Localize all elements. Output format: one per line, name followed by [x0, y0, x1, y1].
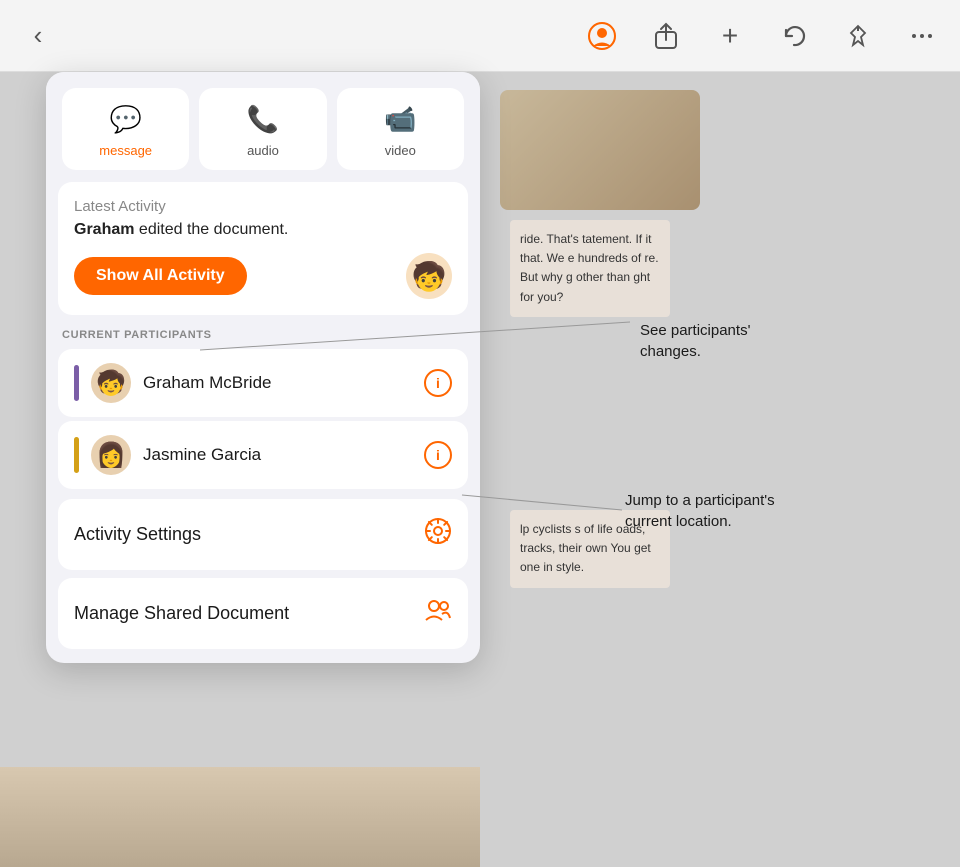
video-icon: 📹 [384, 104, 416, 135]
activity-title: Latest Activity [74, 198, 452, 215]
jasmine-info-button[interactable]: i [424, 441, 452, 469]
activity-row: Show All Activity 🧒 [74, 253, 452, 299]
callout-participants-changes: See participants' changes. [640, 320, 750, 362]
activity-section: Latest Activity Graham edited the docume… [58, 182, 468, 315]
pin-icon[interactable] [840, 18, 876, 54]
manage-shared-document-label: Manage Shared Document [74, 603, 289, 624]
graham-info-button[interactable]: i [424, 369, 452, 397]
video-label: video [385, 143, 416, 158]
jasmine-avatar: 👩 [91, 435, 131, 475]
message-button[interactable]: 💬 message [62, 88, 189, 170]
graham-color-bar [74, 365, 79, 401]
video-button[interactable]: 📹 video [337, 88, 464, 170]
message-icon: 💬 [109, 104, 141, 135]
callout-jump-location: Jump to a participant's current location… [625, 490, 775, 532]
activity-settings-label: Activity Settings [74, 524, 201, 545]
activity-text: Graham edited the document. [74, 221, 452, 239]
participant-row-jasmine: 👩 Jasmine Garcia i [58, 421, 468, 489]
collaboration-panel: 💬 message 📞 audio 📹 video Latest Activit… [46, 72, 480, 663]
activity-settings-row[interactable]: Activity Settings [58, 499, 468, 570]
audio-label: audio [247, 143, 279, 158]
message-label: message [99, 143, 152, 158]
participant-row-graham: 🧒 Graham McBride i [58, 349, 468, 417]
share-icon[interactable] [648, 18, 684, 54]
audio-icon: 📞 [247, 104, 279, 135]
comm-buttons-row: 💬 message 📞 audio 📹 video [46, 72, 480, 182]
bike-image-right [500, 90, 700, 210]
manage-shared-document-row[interactable]: Manage Shared Document [58, 578, 468, 649]
activity-avatar: 🧒 [406, 253, 452, 299]
toolbar: ‹ + [0, 0, 960, 72]
add-icon[interactable]: + [712, 18, 748, 54]
graham-avatar: 🧒 [91, 363, 131, 403]
show-all-activity-button[interactable]: Show All Activity [74, 257, 247, 295]
participants-label: CURRENT PARTICIPANTS [58, 325, 468, 349]
graham-name: Graham McBride [143, 373, 412, 393]
jasmine-color-bar [74, 437, 79, 473]
back-button[interactable]: ‹ [20, 18, 56, 54]
manage-shared-document-icon [424, 596, 452, 631]
more-icon[interactable] [904, 18, 940, 54]
jasmine-name: Jasmine Garcia [143, 445, 412, 465]
activity-settings-icon [424, 517, 452, 552]
activity-author: Graham [74, 221, 134, 238]
activity-avatar-emoji: 🧒 [412, 260, 447, 293]
undo-icon[interactable] [776, 18, 812, 54]
activity-description: edited the document. [134, 221, 288, 238]
audio-button[interactable]: 📞 audio [199, 88, 326, 170]
participants-section: CURRENT PARTICIPANTS 🧒 Graham McBride i … [58, 325, 468, 489]
bike-image-bottom [0, 767, 480, 867]
doc-text-right: ride. That's tatement. If it that. We e … [510, 220, 670, 317]
collaboration-icon[interactable] [584, 18, 620, 54]
